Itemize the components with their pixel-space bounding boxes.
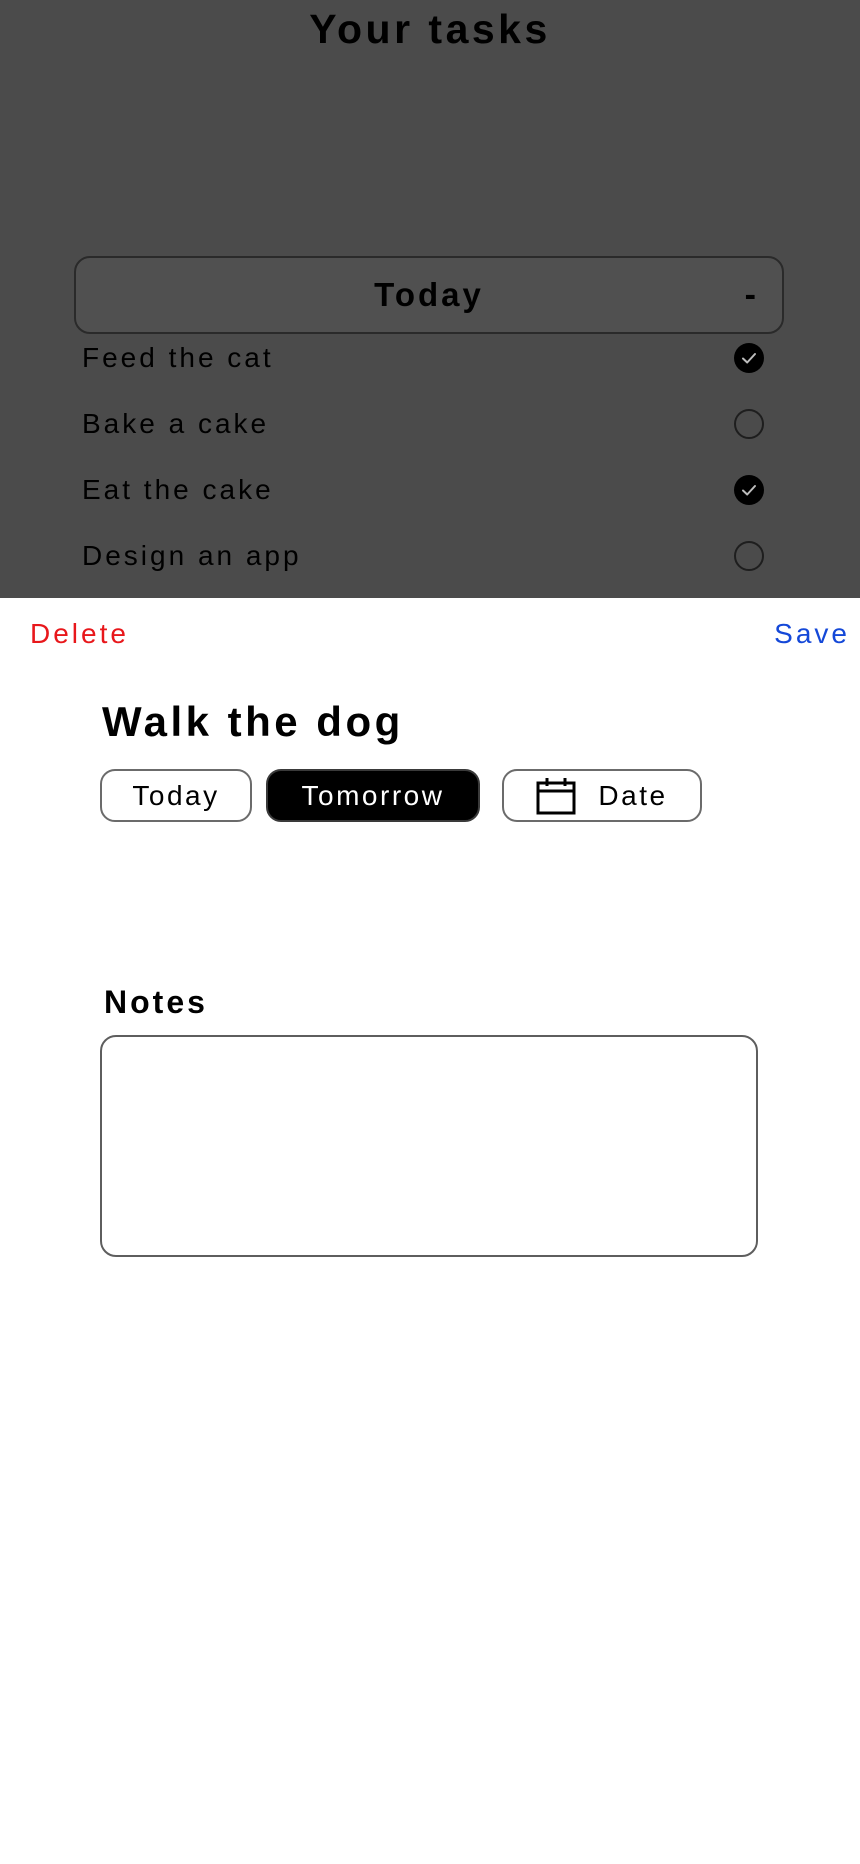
delete-button[interactable]: Delete [30, 618, 129, 650]
checked-circle-icon[interactable] [734, 343, 764, 373]
section-header-today[interactable]: Today - [74, 256, 784, 334]
task-list-screen: Your tasks Today - Feed the cat Bake a c… [0, 0, 860, 598]
task-row[interactable]: Eat the cake [82, 465, 764, 515]
notes-label: Notes [104, 984, 208, 1020]
task-row[interactable]: Design an app [82, 531, 764, 581]
date-chip-label: Date [598, 779, 668, 811]
notes-textarea[interactable] [100, 1035, 758, 1257]
today-chip-label: Today [132, 779, 220, 811]
tomorrow-chip[interactable]: Tomorrow [266, 769, 480, 822]
task-label: Design an app [82, 540, 302, 571]
checked-circle-icon[interactable] [734, 475, 764, 505]
save-button[interactable]: Save [774, 618, 850, 650]
task-label: Bake a cake [82, 408, 270, 439]
calendar-icon [536, 777, 576, 815]
today-chip[interactable]: Today [100, 769, 252, 822]
tomorrow-chip-label: Tomorrow [301, 779, 445, 811]
page-title: Your tasks [309, 6, 551, 52]
task-row[interactable]: Feed the cat [82, 333, 764, 383]
screen: Your tasks Today - Feed the cat Bake a c… [0, 0, 860, 1864]
empty-circle-icon[interactable] [734, 409, 764, 439]
date-chip[interactable]: Date [502, 769, 702, 822]
task-label: Feed the cat [82, 342, 274, 373]
task-name-input[interactable] [102, 698, 782, 746]
task-label: Eat the cake [82, 474, 274, 505]
section-title: Today [374, 276, 484, 313]
edit-task-sheet: Delete Save Today Tomorrow Date Notes [0, 598, 860, 1864]
task-row[interactable]: Bake a cake [82, 399, 764, 449]
empty-circle-icon[interactable] [734, 541, 764, 571]
collapse-button[interactable]: - [745, 258, 756, 332]
